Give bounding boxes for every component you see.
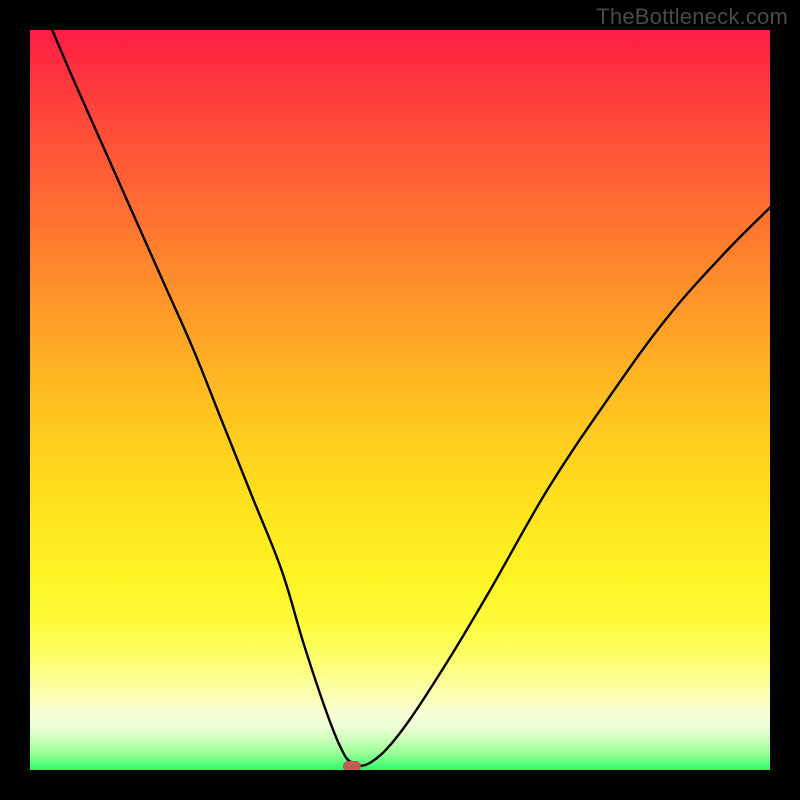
bottleneck-curve [30, 30, 770, 770]
chart-frame: TheBottleneck.com [0, 0, 800, 800]
watermark-text: TheBottleneck.com [596, 4, 788, 30]
curve-minimum-marker [343, 761, 361, 770]
plot-area [30, 30, 770, 770]
